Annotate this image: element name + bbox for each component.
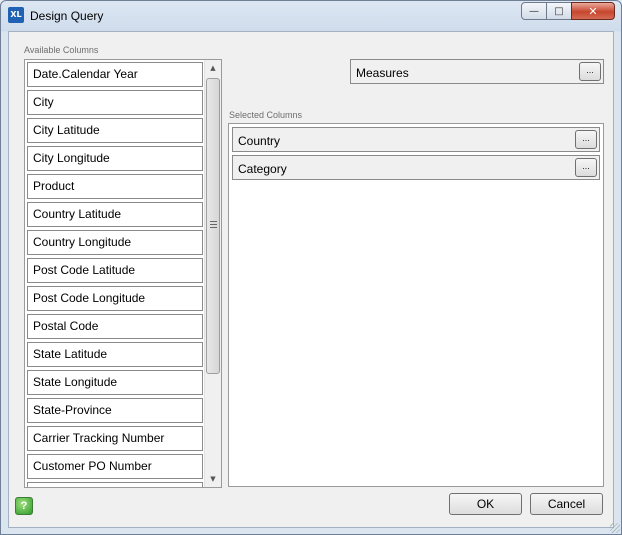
resize-grip-icon[interactable] (610, 523, 620, 533)
window-controls: — □ ✕ (521, 2, 615, 20)
available-column-item[interactable]: Product (27, 174, 203, 199)
available-column-item[interactable]: City Longitude (27, 146, 203, 171)
country-ellipsis-button[interactable]: ... (575, 130, 597, 149)
selected-column-label: Category (238, 162, 287, 176)
selected-column-label: Country (238, 134, 281, 148)
maximize-button[interactable]: □ (546, 2, 572, 20)
available-columns-label: Available Columns (24, 45, 99, 55)
available-column-item[interactable]: Country Latitude (27, 202, 203, 227)
available-column-item[interactable]: Postal Code (27, 314, 203, 339)
measures-label: Measures (356, 66, 409, 80)
scroll-down-icon[interactable]: ▼ (205, 471, 221, 487)
category-ellipsis-button[interactable]: ... (575, 158, 597, 177)
measures-ellipsis-button[interactable]: ... (579, 62, 601, 81)
selected-columns-panel: Country ... Category ... (228, 123, 604, 487)
cancel-button[interactable]: Cancel (530, 493, 603, 515)
close-button[interactable]: ✕ (571, 2, 615, 20)
scroll-up-icon[interactable]: ▲ (205, 60, 221, 76)
available-columns-scrollbar[interactable]: ▲ ▼ (204, 60, 221, 487)
available-column-item[interactable]: State-Province (27, 398, 203, 423)
scroll-thumb[interactable] (206, 78, 220, 374)
scroll-grip-icon (210, 221, 217, 228)
available-column-item[interactable]: State Latitude (27, 342, 203, 367)
app-icon: XL (8, 7, 24, 23)
ok-button[interactable]: OK (449, 493, 522, 515)
dialog-client-area: Available Columns Date.Calendar Year City… (8, 31, 614, 528)
available-columns-panel: Date.Calendar Year City City Latitude City … (24, 59, 222, 488)
measures-field[interactable]: Measures ... (350, 59, 604, 84)
selected-columns-label: Selected Columns (229, 110, 303, 120)
design-query-window: XL Design Query — □ ✕ Available Columns … (0, 0, 622, 535)
title-bar[interactable]: XL Design Query — □ ✕ (1, 1, 621, 31)
available-column-item[interactable] (27, 482, 203, 487)
available-columns-list: Date.Calendar Year City City Latitude City … (27, 62, 203, 487)
available-column-item[interactable]: City Latitude (27, 118, 203, 143)
available-column-item[interactable]: Country Longitude (27, 230, 203, 255)
available-column-item[interactable]: Post Code Longitude (27, 286, 203, 311)
minimize-button[interactable]: — (521, 2, 547, 20)
available-column-item[interactable]: City (27, 90, 203, 115)
available-column-item[interactable]: Customer PO Number (27, 454, 203, 479)
window-title: Design Query (30, 9, 104, 23)
available-column-item[interactable]: State Longitude (27, 370, 203, 395)
help-icon[interactable]: ? (15, 497, 33, 515)
available-column-item[interactable]: Post Code Latitude (27, 258, 203, 283)
selected-column-country[interactable]: Country ... (232, 127, 600, 152)
selected-column-category[interactable]: Category ... (232, 155, 600, 180)
available-column-item[interactable]: Carrier Tracking Number (27, 426, 203, 451)
available-column-item[interactable]: Date.Calendar Year (27, 62, 203, 87)
